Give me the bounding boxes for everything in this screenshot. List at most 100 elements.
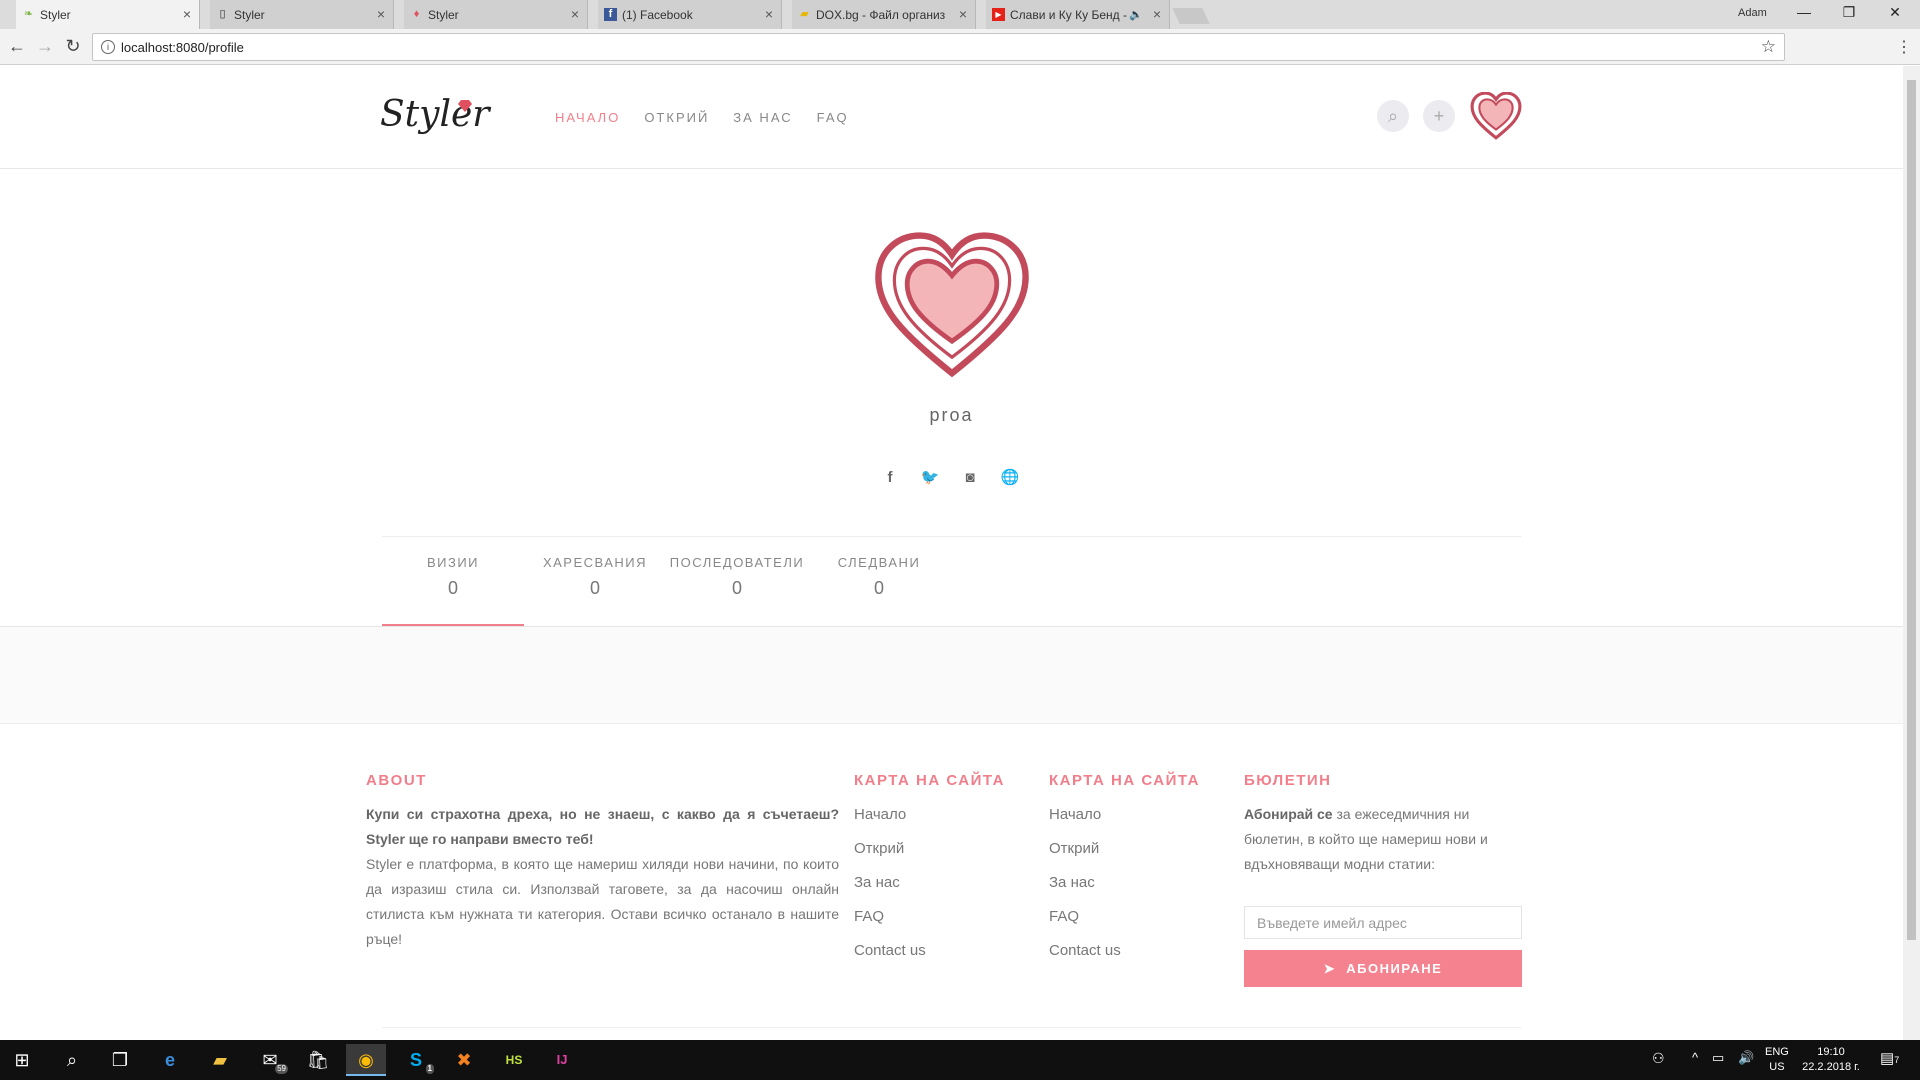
folder-icon: ▰ [800,8,809,20]
volume-icon[interactable]: 🔊 [1738,1050,1754,1066]
skype-badge: 1 [425,1064,434,1074]
subscribe-button[interactable]: ➤ АБОНИРАНЕ [1244,950,1522,987]
footer-link-home[interactable]: Начало [854,806,926,840]
task-view-icon[interactable]: ❐ [100,1044,140,1076]
footer-link-contact[interactable]: Contact us [854,942,926,976]
tab-dox[interactable]: ▰ DOX.bg - Файл организ × [792,0,976,29]
footer-link-about[interactable]: За нас [854,874,926,908]
close-window-icon[interactable]: ✕ [1880,4,1910,24]
skype-icon[interactable]: S1 [396,1044,436,1076]
twitter-icon[interactable]: 🐦 [920,468,940,488]
footer-link-discover[interactable]: Открий [854,840,926,874]
main-nav: НАЧАЛО ОТКРИЙ ЗА НАС FAQ [555,110,849,125]
divider [382,536,1521,537]
chrome-icon[interactable]: ◉ [346,1044,386,1076]
chevron-up-icon[interactable]: ^ [1692,1050,1698,1065]
stat-likes[interactable]: ХАРЕСВАНИЯ 0 [524,555,666,599]
nav-about[interactable]: ЗА НАС [733,110,792,125]
nav-discover[interactable]: ОТКРИЙ [644,110,709,125]
mail-icon[interactable]: ✉ 59 [250,1044,290,1076]
stat-visions[interactable]: ВИЗИИ 0 [382,555,524,599]
stat-label: СЛЕДВАНИ [837,555,921,570]
hs-icon[interactable]: HS [494,1044,534,1076]
subscribe-label: АБОНИРАНЕ [1346,960,1443,976]
lang-top: ENG [1765,1046,1789,1058]
intellij-icon[interactable]: IJ [542,1044,582,1076]
reload-icon[interactable]: ↻ [62,36,84,57]
user-avatar-heart[interactable] [1470,92,1522,140]
page-scrollbar[interactable] [1903,66,1920,1040]
add-icon[interactable]: + [1423,100,1455,132]
stat-value: 0 [447,578,458,598]
footer-link-faq[interactable]: FAQ [1049,908,1121,942]
forward-icon[interactable]: → [34,36,56,57]
facebook-icon: f [604,8,617,21]
clock[interactable]: 19:10 22.2.2018 г. [1800,1045,1862,1075]
tab-facebook[interactable]: f (1) Facebook × [598,0,782,29]
instagram-icon[interactable]: ◙ [960,468,980,488]
profile-avatar [875,232,1029,378]
tab-strip: ❧ Styler × ▯ Styler × ♦ Styler × f (1) F… [0,0,1920,29]
close-icon[interactable]: × [183,6,191,22]
notifications-icon[interactable]: ▤7 [1880,1049,1899,1067]
store-icon[interactable]: 🛍 [298,1044,338,1076]
edge-icon[interactable]: e [150,1044,190,1076]
scroll-thumb[interactable] [1907,80,1916,940]
tab-styler-active[interactable]: ❧ Styler × [16,0,200,29]
footer-link-about[interactable]: За нас [1049,874,1121,908]
minimize-icon[interactable]: — [1789,4,1819,24]
tab-title: Слави и Ку Ку Бенд - [1010,7,1127,22]
site-logo[interactable]: Styler [380,94,490,135]
browser-menu-icon[interactable]: ⋮ [1896,37,1912,57]
email-field[interactable] [1244,906,1522,939]
search-icon[interactable]: ⌕ [1377,100,1409,132]
search-icon[interactable]: ⌕ [52,1044,92,1076]
profile-stats: ВИЗИИ 0 ХАРЕСВАНИЯ 0 ПОСЛЕДОВАТЕЛИ 0 СЛЕ… [382,555,950,599]
newsletter-bold: Абонирай се [1244,806,1333,822]
url-text[interactable]: localhost:8080/profile [121,40,244,55]
stat-followers[interactable]: ПОСЛЕДОВАТЕЛИ 0 [666,555,808,599]
profile-name[interactable]: Adam [1738,7,1767,19]
clock-time: 19:10 [1817,1046,1845,1058]
tab-youtube[interactable]: ▶ Слави и Ку Ку Бенд - 🔈 × [986,0,1170,29]
footer-link-contact[interactable]: Contact us [1049,942,1121,976]
close-icon[interactable]: × [571,6,579,22]
close-icon[interactable]: × [377,6,385,22]
bookmark-star-icon[interactable]: ☆ [1761,37,1776,57]
gem-icon [458,100,472,112]
new-tab-button[interactable] [1172,8,1210,24]
close-icon[interactable]: × [959,6,967,22]
tab-styler-3[interactable]: ♦ Styler × [404,0,588,29]
nav-home[interactable]: НАЧАЛО [555,110,620,125]
tab-title: Styler [428,7,459,22]
lang-bottom: US [1769,1061,1785,1073]
facebook-icon[interactable]: f [880,468,900,488]
close-icon[interactable]: × [1153,6,1161,22]
people-icon[interactable]: ⚇ [1652,1050,1665,1067]
xampp-icon[interactable]: ✖ [444,1044,484,1076]
globe-icon[interactable]: 🌐 [1000,468,1020,488]
file-explorer-icon[interactable]: ▰ [200,1044,240,1076]
youtube-icon: ▶ [992,8,1005,21]
notif-badge: 7 [1894,1055,1900,1065]
back-icon[interactable]: ← [6,36,28,57]
newsletter-text: Абонирай се за ежеседмичния ни бюлетин, … [1244,802,1522,877]
tab-title: Styler [40,7,71,22]
profile-username: proa [929,405,974,425]
tab-title: DOX.bg - Файл организ [816,7,946,22]
info-icon[interactable]: i [101,40,115,54]
gem-icon: ♦ [413,8,420,20]
nav-faq[interactable]: FAQ [817,110,849,125]
close-icon[interactable]: × [765,6,773,22]
network-icon[interactable]: ▭ [1712,1050,1724,1066]
footer-link-home[interactable]: Начало [1049,806,1121,840]
footer-link-discover[interactable]: Открий [1049,840,1121,874]
tab-styler-2[interactable]: ▯ Styler × [210,0,394,29]
address-bar[interactable]: i localhost:8080/profile ☆ [92,33,1785,61]
stat-following[interactable]: СЛЕДВАНИ 0 [808,555,950,599]
restore-icon[interactable]: ❐ [1834,4,1864,24]
speaker-icon[interactable]: 🔈 [1129,8,1143,21]
footer-link-faq[interactable]: FAQ [854,908,926,942]
language-indicator[interactable]: ENG US [1765,1045,1789,1075]
windows-start-icon[interactable]: ⊞ [2,1044,42,1076]
